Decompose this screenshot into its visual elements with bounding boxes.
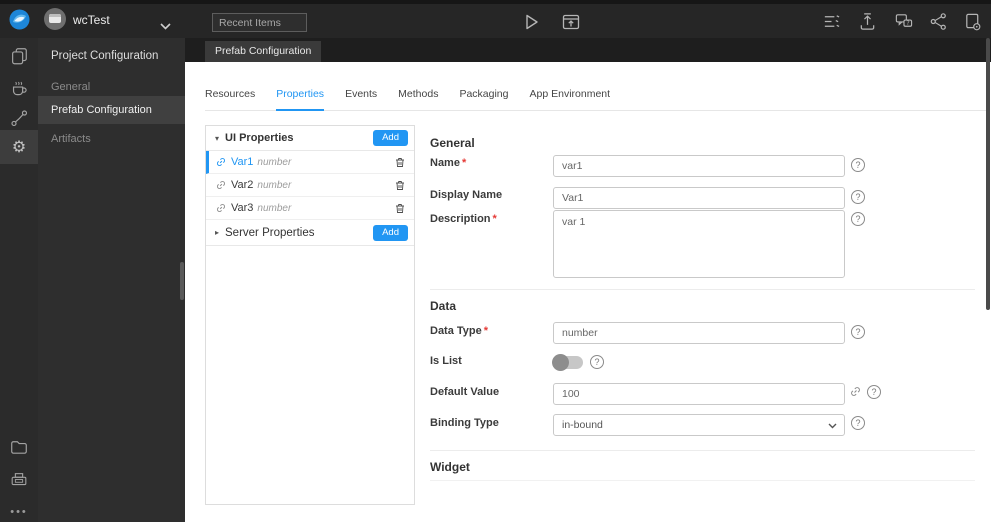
recent-items-input[interactable] <box>212 13 307 32</box>
sidebar: Project Configuration General Prefab Con… <box>38 38 185 522</box>
ui-properties-group-header[interactable]: ▾ UI Properties Add <box>206 126 414 151</box>
required-marker: * <box>461 157 467 169</box>
tab-events[interactable]: Events <box>345 88 377 110</box>
bindings-icon[interactable] <box>0 104 38 132</box>
link-icon <box>214 178 228 192</box>
section-divider <box>430 450 975 451</box>
name-input[interactable] <box>553 155 845 177</box>
section-divider <box>430 289 975 290</box>
delete-property-icon[interactable] <box>394 179 406 192</box>
description-label: Description * <box>430 213 497 225</box>
binding-type-help-icon[interactable]: ? <box>851 416 865 430</box>
binding-type-label: Binding Type <box>430 417 499 429</box>
pages-icon[interactable] <box>0 42 38 70</box>
delete-property-icon[interactable] <box>394 202 406 215</box>
property-type: number <box>257 202 292 214</box>
publish-app-icon[interactable] <box>561 12 581 32</box>
screen: wcTest ? <box>0 0 1003 528</box>
link-icon <box>214 155 228 169</box>
data-type-input[interactable] <box>553 322 845 344</box>
property-name: Var3 <box>231 202 254 214</box>
topbar: wcTest ? <box>0 0 991 38</box>
property-type: number <box>257 179 292 191</box>
chevron-down-icon[interactable] <box>160 17 171 35</box>
sidebar-scrollbar[interactable] <box>180 262 184 300</box>
is-list-help-icon[interactable]: ? <box>590 355 604 369</box>
wavemaker-logo-icon[interactable] <box>9 9 30 30</box>
property-form: General Name* ? Display Name ? Descripti… <box>430 62 976 522</box>
add-server-property-button[interactable]: Add <box>373 224 408 241</box>
general-section-title: General <box>430 136 475 150</box>
select-chevron-icon <box>828 423 837 429</box>
default-value-label: Default Value <box>430 386 500 398</box>
ui-properties-label: UI Properties <box>225 132 294 144</box>
icon-rail: ⚙ ••• <box>0 38 38 522</box>
settings-list-icon[interactable] <box>822 12 842 32</box>
property-item-var2[interactable]: Var2 number <box>206 174 414 197</box>
section-divider <box>430 480 975 481</box>
data-type-label: Data Type * <box>430 325 489 337</box>
settings-gear-icon[interactable]: ⚙ <box>0 130 38 164</box>
binding-type-select[interactable]: in-bound <box>553 414 845 436</box>
bind-value-link-icon[interactable] <box>848 384 864 400</box>
tab-resources[interactable]: Resources <box>205 88 255 110</box>
widget-section-title: Widget <box>430 460 470 474</box>
export-logs-icon[interactable] <box>0 466 38 494</box>
java-services-icon[interactable] <box>0 74 38 102</box>
binding-type-value: in-bound <box>562 419 603 431</box>
delete-property-icon[interactable] <box>394 156 406 169</box>
required-marker: * <box>483 325 489 337</box>
app-window: wcTest ? <box>0 0 991 522</box>
property-name: Var1 <box>231 156 254 168</box>
property-item-var1[interactable]: Var1 number <box>206 151 414 174</box>
default-value-help-icon[interactable]: ? <box>867 385 881 399</box>
sidebar-item-general[interactable]: General <box>38 79 185 96</box>
add-ui-property-button[interactable]: Add <box>373 130 408 146</box>
link-icon <box>214 201 228 215</box>
name-label: Name * <box>430 157 467 169</box>
server-properties-label: Server Properties <box>225 226 315 239</box>
deploy-icon[interactable] <box>858 12 878 32</box>
description-help-icon[interactable]: ? <box>851 212 865 226</box>
document-tab-bar: Prefab Configuration <box>185 38 991 62</box>
display-name-input[interactable] <box>553 187 845 209</box>
tab-properties[interactable]: Properties <box>276 88 324 111</box>
properties-panel: ▾ UI Properties Add Var1 number Var2 num… <box>205 125 415 505</box>
sidebar-item-artifacts[interactable]: Artifacts <box>38 131 185 148</box>
display-name-label: Display Name <box>430 189 503 201</box>
required-marker: * <box>492 213 497 225</box>
sidebar-title: Project Configuration <box>51 50 159 62</box>
svg-text:?: ? <box>906 20 909 27</box>
content-area: Resources Properties Events Methods Pack… <box>185 62 991 522</box>
description-textarea[interactable]: var 1 <box>553 210 845 278</box>
export-project-icon[interactable] <box>963 12 983 32</box>
data-section-title: Data <box>430 299 457 313</box>
window-scrollbar[interactable] <box>986 38 990 310</box>
is-list-label: Is List <box>430 355 462 367</box>
server-properties-group-header[interactable]: ▸ Server Properties Add <box>206 220 414 246</box>
files-icon[interactable] <box>0 433 38 461</box>
project-avatar <box>44 8 66 30</box>
feedback-chat-icon[interactable]: ? <box>894 12 914 32</box>
run-preview-icon[interactable] <box>521 12 541 32</box>
data-type-help-icon[interactable]: ? <box>851 325 865 339</box>
property-type: number <box>257 156 292 168</box>
display-name-help-icon[interactable]: ? <box>851 190 865 204</box>
property-item-var3[interactable]: Var3 number <box>206 197 414 220</box>
document-tab-prefab-configuration[interactable]: Prefab Configuration <box>205 41 322 62</box>
sidebar-item-prefab-configuration[interactable]: Prefab Configuration <box>38 96 185 124</box>
caret-right-icon: ▸ <box>215 228 220 237</box>
caret-down-icon: ▾ <box>215 133 220 143</box>
project-name: wcTest <box>73 13 110 27</box>
property-name: Var2 <box>231 179 254 191</box>
name-help-icon[interactable]: ? <box>851 158 865 172</box>
default-value-input[interactable] <box>553 383 845 405</box>
version-control-icon[interactable] <box>929 12 949 32</box>
is-list-toggle[interactable] <box>552 354 583 371</box>
more-icon[interactable]: ••• <box>0 498 38 526</box>
